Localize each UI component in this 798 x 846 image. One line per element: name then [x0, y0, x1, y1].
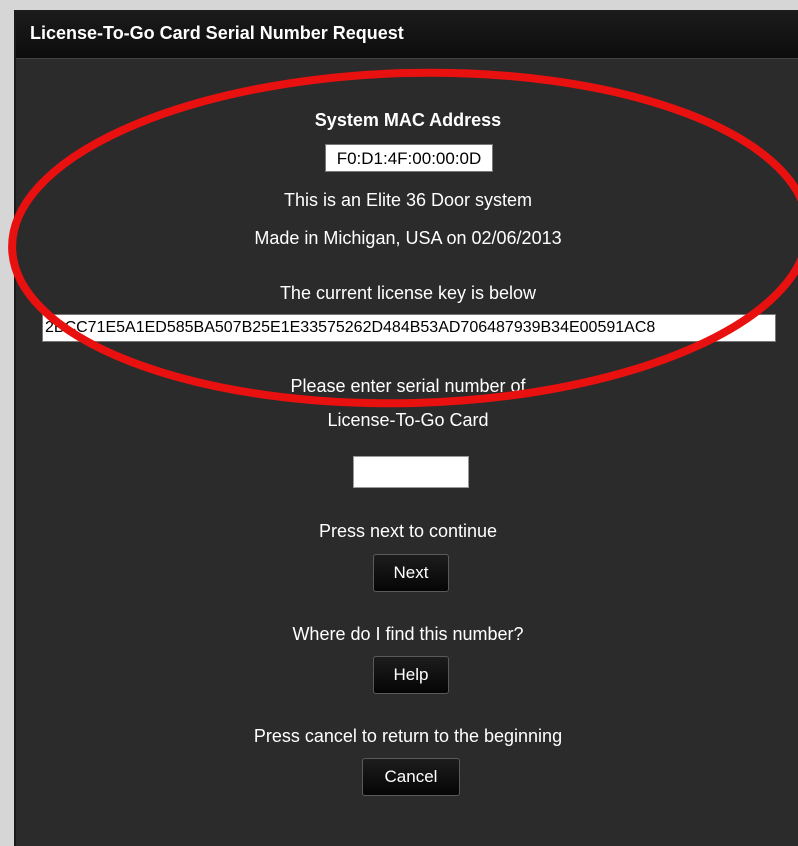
help-prompt-text: Where do I find this number? — [292, 624, 524, 644]
manufacture-info-text: Made in Michigan, USA on 02/06/2013 — [254, 228, 562, 248]
mac-address-heading: System MAC Address — [314, 110, 502, 130]
cancel-prompt-text: Press cancel to return to the beginning — [253, 726, 563, 746]
mac-address-field: F0:D1:4F:00:00:0D — [325, 144, 493, 172]
license-key-heading: The current license key is below — [279, 283, 537, 303]
dialog-content: System MAC Address F0:D1:4F:00:00:0D Thi… — [16, 58, 798, 846]
serial-number-input[interactable] — [353, 456, 469, 488]
system-type-text: This is an Elite 36 Door system — [283, 190, 533, 210]
license-key-field: 2BCC71E5A1ED585BA507B25E1E33575262D484B5… — [42, 314, 776, 342]
next-prompt-text: Press next to continue — [318, 521, 498, 541]
dialog-title: License-To-Go Card Serial Number Request — [30, 23, 404, 43]
screen-background: License-To-Go Card Serial Number Request… — [0, 0, 798, 846]
cancel-button[interactable]: Cancel — [362, 758, 460, 796]
serial-prompt-line2: License-To-Go Card — [327, 410, 489, 430]
dialog-window: License-To-Go Card Serial Number Request… — [14, 10, 798, 846]
serial-prompt-line1: Please enter serial number of — [290, 376, 526, 396]
next-button[interactable]: Next — [373, 554, 449, 592]
help-button[interactable]: Help — [373, 656, 449, 694]
title-bar: License-To-Go Card Serial Number Request — [16, 10, 798, 59]
